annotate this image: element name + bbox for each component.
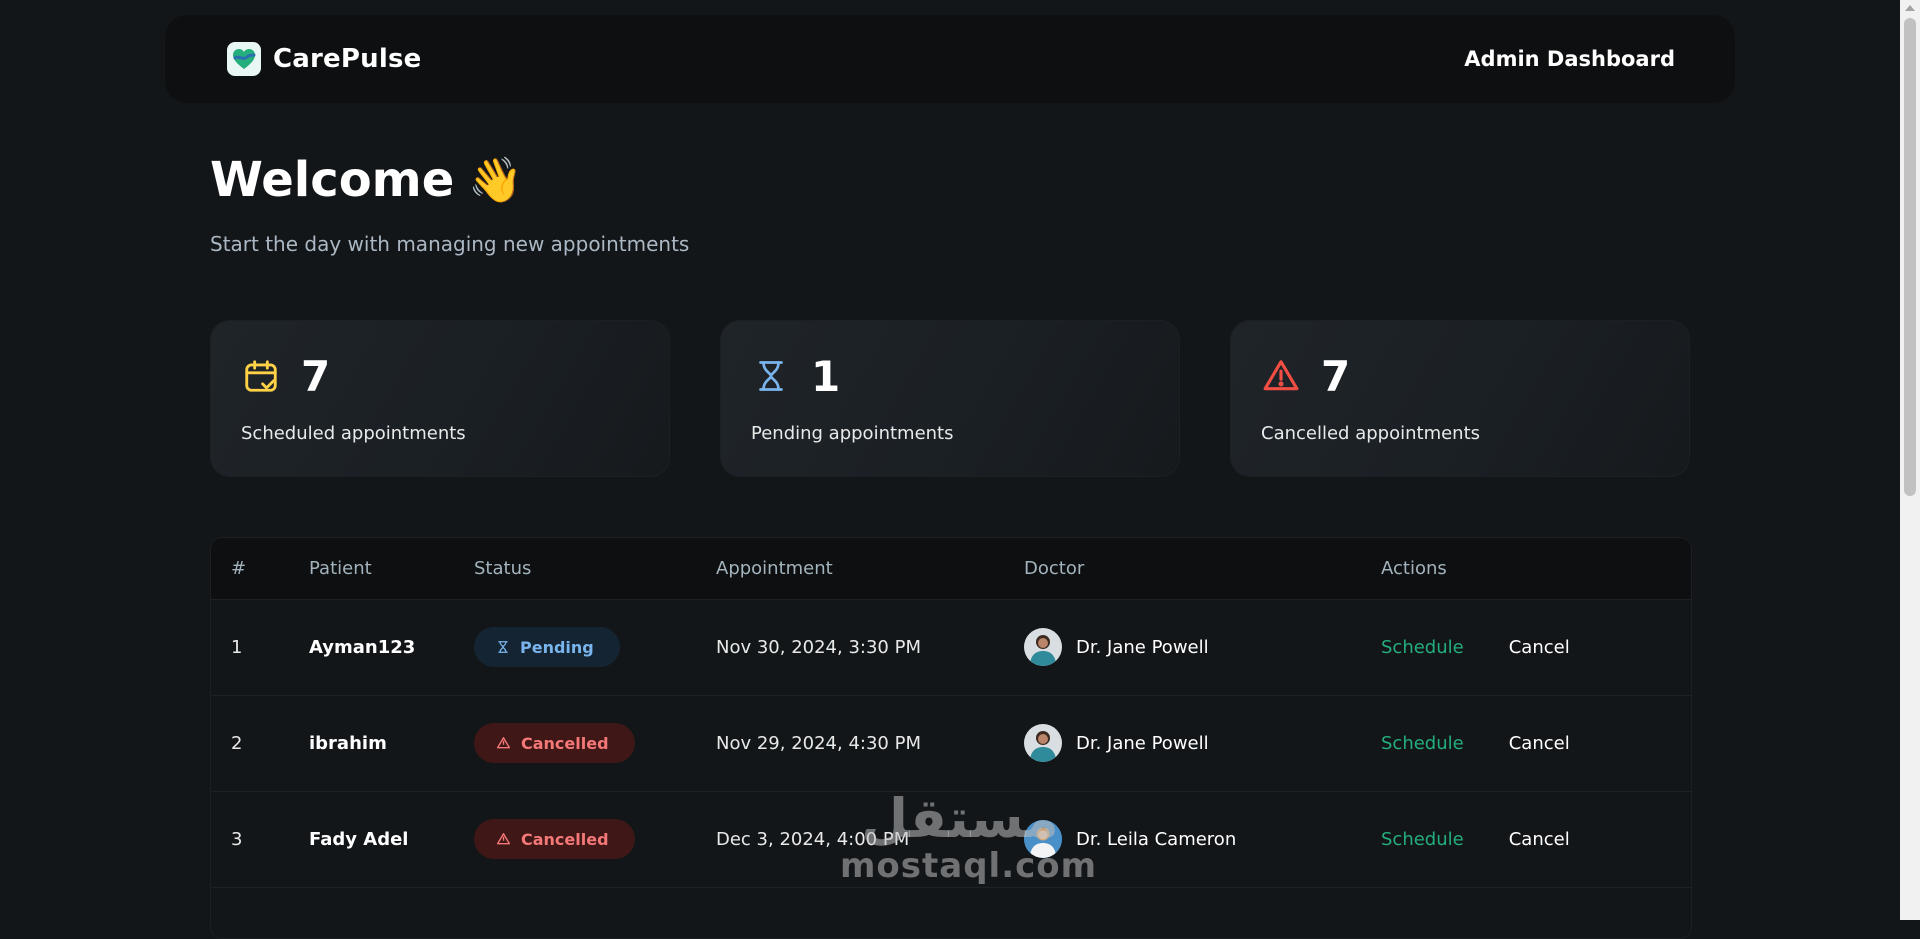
row-actions: Schedule Cancel [1381,829,1691,850]
cancel-button[interactable]: Cancel [1509,637,1570,658]
page-title: Welcome 👋 [210,152,523,208]
patient-name: Ayman123 [309,636,416,658]
status-badge: Pending [474,627,620,667]
column-header-patient: Patient [309,557,372,579]
scroll-up-arrow-icon[interactable] [1905,5,1915,11]
welcome-section: Welcome 👋 [210,152,523,208]
stat-label: Pending appointments [751,423,954,444]
scrollbar-thumb[interactable] [1904,18,1916,496]
appointment-date: Nov 30, 2024, 3:30 PM [716,636,921,658]
alert-triangle-icon [496,737,511,749]
schedule-button[interactable]: Schedule [1381,733,1464,754]
table-row: 1 Ayman123 Pending Nov 30, 2024, 3:30 PM [211,599,1691,695]
column-header-status: Status [474,557,532,579]
appointment-date [716,887,1024,938]
column-header-index: # [231,557,247,579]
status-badge: Cancelled [474,819,635,859]
column-header-doctor: Doctor [1024,557,1085,579]
cancel-button[interactable]: Cancel [1509,733,1570,754]
table-row: 3 Fady Adel Cancelled Dec 3, 2024, 4:00 … [211,791,1691,887]
doctor-name: Dr. Leila Cameron [1076,828,1237,850]
appointment-date: Nov 29, 2024, 4:30 PM [716,732,921,754]
patient-name: Fady Adel [309,828,409,850]
stat-count: 7 [1321,351,1351,401]
stat-label: Cancelled appointments [1261,423,1481,444]
doctor-name: Dr. Jane Powell [1076,732,1209,754]
stat-card-cancelled: 7 Cancelled appointments [1230,320,1690,477]
doctor-avatar [1024,820,1062,858]
doctor-cell: Dr. Leila Cameron [1024,820,1381,858]
doctor-cell [1024,887,1381,938]
row-actions: Schedule Cancel [1381,733,1691,754]
stat-card-scheduled: 7 Scheduled appointments [210,320,670,477]
status-text: Pending [520,637,594,657]
status-badge: Cancelled [474,723,635,763]
cancel-button[interactable]: Cancel [1509,829,1570,850]
table-row [211,887,1691,938]
schedule-button[interactable]: Schedule [1381,637,1464,658]
schedule-button[interactable]: Schedule [1381,829,1464,850]
row-actions: Schedule Cancel [1381,637,1691,658]
row-index: 3 [231,828,243,850]
row-index: 1 [231,636,243,658]
alert-triangle-icon [1261,356,1301,396]
alert-triangle-icon [496,833,511,845]
doctor-name: Dr. Jane Powell [1076,636,1209,658]
brand-name: CarePulse [273,44,422,74]
patient-name: ibrahim [309,732,387,754]
hourglass-icon [751,356,791,396]
waving-hand-icon: 👋 [468,155,524,206]
header-title: Admin Dashboard [1464,47,1675,71]
doctor-cell: Dr. Jane Powell [1024,724,1381,762]
appointments-table: # Patient Status Appointment Doctor Acti… [210,537,1692,939]
appointment-date: Dec 3, 2024, 4:00 PM [716,828,910,850]
vertical-scrollbar[interactable] [1900,0,1920,920]
carepulse-logo-icon [227,42,261,76]
doctor-avatar [1024,628,1062,666]
stat-count: 7 [301,351,331,401]
row-index [211,887,309,938]
status-text: Cancelled [521,829,609,849]
stat-label: Scheduled appointments [241,423,466,444]
status-text: Cancelled [521,733,609,753]
table-header-row: # Patient Status Appointment Doctor Acti… [211,538,1691,599]
stat-card-pending: 1 Pending appointments [720,320,1180,477]
patient-name [309,887,474,938]
status-cell [474,887,716,938]
top-header: CarePulse Admin Dashboard [165,15,1735,103]
table-row: 2 ibrahim Cancelled Nov 29, 2024, 4:30 P… [211,695,1691,791]
doctor-cell: Dr. Jane Powell [1024,628,1381,666]
column-header-actions: Actions [1381,557,1447,579]
column-header-appointment: Appointment [716,557,833,579]
calendar-check-icon [241,356,281,396]
row-index: 2 [231,732,243,754]
brand[interactable]: CarePulse [227,42,421,76]
row-actions [1381,887,1691,938]
page-subtitle: Start the day with managing new appointm… [210,232,690,256]
welcome-text: Welcome [210,152,455,208]
doctor-avatar [1024,724,1062,762]
hourglass-icon [498,641,508,653]
stat-count: 1 [811,351,841,401]
